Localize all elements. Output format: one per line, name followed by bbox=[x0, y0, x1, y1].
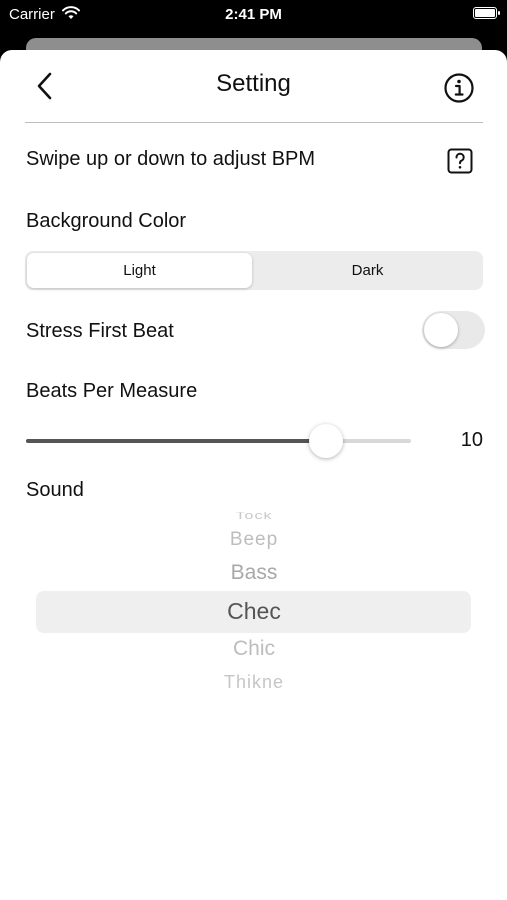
picker-item-thikne[interactable]: Thikne bbox=[26, 672, 482, 693]
clock: 2:41 PM bbox=[225, 6, 282, 23]
slider-thumb[interactable] bbox=[309, 424, 344, 458]
battery-icon bbox=[473, 7, 500, 19]
picker-item-tock[interactable]: Tock bbox=[26, 512, 482, 522]
picker-item-bass[interactable]: Bass bbox=[26, 561, 482, 585]
stress-first-beat-label: Stress First Beat bbox=[26, 320, 174, 342]
help-icon[interactable] bbox=[447, 148, 473, 174]
picker-item-beep[interactable]: Beep bbox=[26, 529, 482, 551]
header-divider bbox=[25, 122, 483, 123]
sound-picker[interactable]: Tock Beep Bass Chec Chic Thikne bbox=[26, 512, 482, 697]
background-color-label: Background Color bbox=[26, 210, 187, 232]
swipe-hint-label: Swipe up or down to adjust BPM bbox=[26, 148, 316, 170]
status-bar: Carrier 2:41 PM bbox=[0, 0, 507, 30]
beats-per-measure-value: 10 bbox=[460, 429, 483, 451]
sound-label: Sound bbox=[26, 479, 84, 501]
info-icon[interactable] bbox=[443, 72, 475, 104]
segment-dark[interactable]: Dark bbox=[254, 253, 481, 288]
page-title: Setting bbox=[216, 70, 291, 97]
beats-per-measure-slider[interactable] bbox=[26, 421, 411, 461]
slider-track-fill bbox=[26, 439, 327, 443]
segment-light[interactable]: Light bbox=[27, 253, 252, 288]
background-color-segmented-control: Light Dark bbox=[25, 251, 483, 290]
navigation-bar: Setting bbox=[0, 50, 507, 122]
picker-item-chic[interactable]: Chic bbox=[26, 637, 482, 661]
toggle-knob bbox=[424, 313, 458, 347]
beats-per-measure-label: Beats Per Measure bbox=[26, 380, 198, 402]
picker-item-chec[interactable]: Chec bbox=[26, 598, 482, 625]
settings-sheet: Setting Swipe up or down to adjust BPM B… bbox=[0, 50, 507, 900]
stress-first-beat-toggle[interactable] bbox=[422, 311, 485, 349]
